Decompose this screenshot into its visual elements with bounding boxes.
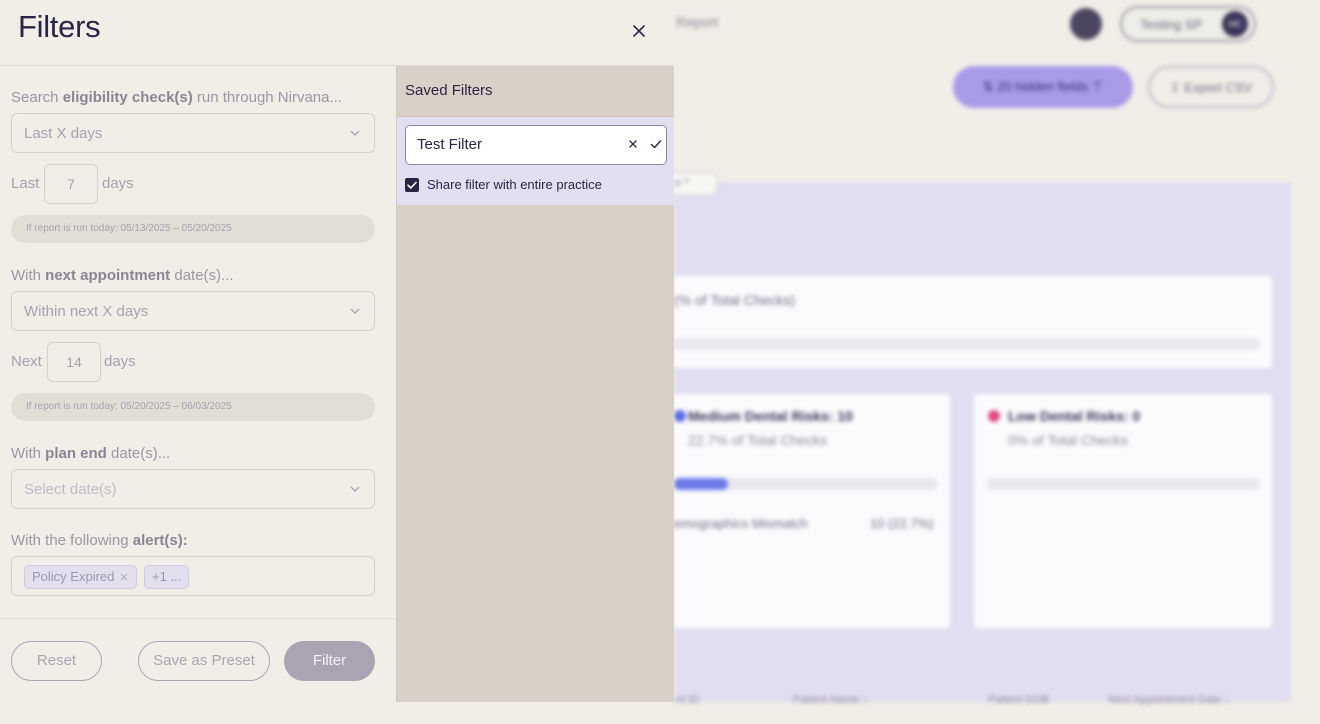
appointment-select[interactable]: Within next X days [11,291,375,331]
eligibility-select-value: Last X days [24,125,103,142]
share-checkbox[interactable] [405,178,419,192]
medium-risk-title: Medium Dental Risks: 10 [688,408,853,424]
appointment-hint: If report is run today: 05/20/2025 – 06/… [11,393,375,421]
saved-filter-edit-row: Test Filter Share filter with entire pra… [397,117,674,205]
avatar: HC [1222,11,1248,37]
eligibility-label: Search eligibility check(s) run through … [11,89,342,106]
appointment-select-value: Within next X days [24,303,149,320]
table-header-name[interactable]: Patient Name ↓ [793,694,868,706]
low-risk-subtitle: 0% of Total Checks [1008,432,1128,448]
drawer-title: Filters [18,9,101,44]
last-days-row: Last 7 days [11,164,211,204]
last-days-prefix: Last [11,175,40,192]
eligibility-hint: If report is run today: 05/13/2025 – 05/… [11,215,375,243]
next-days-suffix: days [104,353,136,370]
medium-risk-card: Medium Dental Risks: 10 22.7% of Total C… [674,394,950,628]
summary-text: (% of Total Checks) [674,292,796,308]
chevron-down-icon [350,486,360,492]
low-risk-bar [986,478,1260,490]
drawer-footer: Reset Save as Preset Filter [0,618,396,702]
next-days-input[interactable]: 14 [47,342,101,382]
chevron-down-icon [350,130,360,136]
user-name: Testing SP [1140,17,1203,32]
more-tags-badge[interactable]: +1 ... [144,565,190,589]
filter-name-value: Test Filter [417,136,483,153]
checkmark-icon [407,181,417,189]
filter-name-input[interactable]: Test Filter [405,125,667,165]
filter-form: Search eligibility check(s) run through … [0,66,396,702]
low-risk-card: Low Dental Risks: 0 0% of Total Checks [974,394,1272,628]
chevron-down-icon [350,308,360,314]
low-risk-dot [988,410,1000,422]
medium-risk-bar [674,478,938,490]
filters-drawer: Filters Search eligibility check(s) run … [0,0,674,702]
medium-risk-bar-fill [674,478,728,490]
next-days-prefix: Next [11,353,42,370]
plan-end-placeholder: Select date(s) [24,481,117,498]
alerts-multiselect[interactable]: Policy Expired ✕ +1 ... [11,556,375,596]
reset-button[interactable]: Reset [11,641,102,681]
eligibility-select[interactable]: Last X days [11,113,375,153]
save-preset-button[interactable]: Save as Preset [138,641,270,681]
medium-risk-subtitle: 22.7% of Total Checks [688,432,828,448]
close-button[interactable] [626,18,652,44]
share-label[interactable]: Share filter with entire practice [427,177,602,192]
clear-icon[interactable] [626,137,640,151]
plan-end-select[interactable]: Select date(s) [11,469,375,509]
medium-risk-row-label: emographics Mismatch [674,516,808,531]
table-header-appointment[interactable]: Next Appointment Date ↓ [1108,694,1230,706]
table-header-dob[interactable]: Patient DOB [988,694,1049,706]
last-days-input[interactable]: 7 [44,164,98,204]
close-icon [633,25,645,37]
alerts-label: With the following alert(s): [11,532,188,549]
check-icon[interactable] [648,136,664,152]
next-days-row: Next 14 days [11,342,211,382]
medium-risk-row-value: 10 (22.7%) [870,516,934,531]
alert-tag: Policy Expired ✕ [24,565,137,589]
saved-filters-pane: Saved Filters Test Filter Share filter w… [396,66,674,702]
hidden-fields-button[interactable]: ⇅ 20 hidden fields ⊤ [953,66,1133,108]
bell-icon[interactable] [1070,8,1102,40]
export-csv-button[interactable]: ⇩ Export CSV [1148,66,1274,108]
summary-card: (% of Total Checks) [674,276,1272,368]
summary-bar [674,338,1260,350]
plan-end-label: With plan end date(s)... [11,445,171,462]
low-risk-title: Low Dental Risks: 0 [1008,408,1141,424]
table-header-id[interactable]: nt ID [676,694,699,706]
filter-button[interactable]: Filter [284,641,375,681]
drawer-header: Filters [0,0,674,66]
last-days-suffix: days [102,175,134,192]
user-menu[interactable]: Testing SP HC [1120,6,1256,42]
saved-filters-title: Saved Filters [405,82,493,99]
nav-link-report[interactable]: Report [676,14,718,30]
remove-tag-icon[interactable]: ✕ [119,572,128,584]
medium-risk-dot [674,410,686,422]
appointment-label: With next appointment date(s)... [11,267,234,284]
alert-tag-label: Policy Expired [32,569,115,584]
